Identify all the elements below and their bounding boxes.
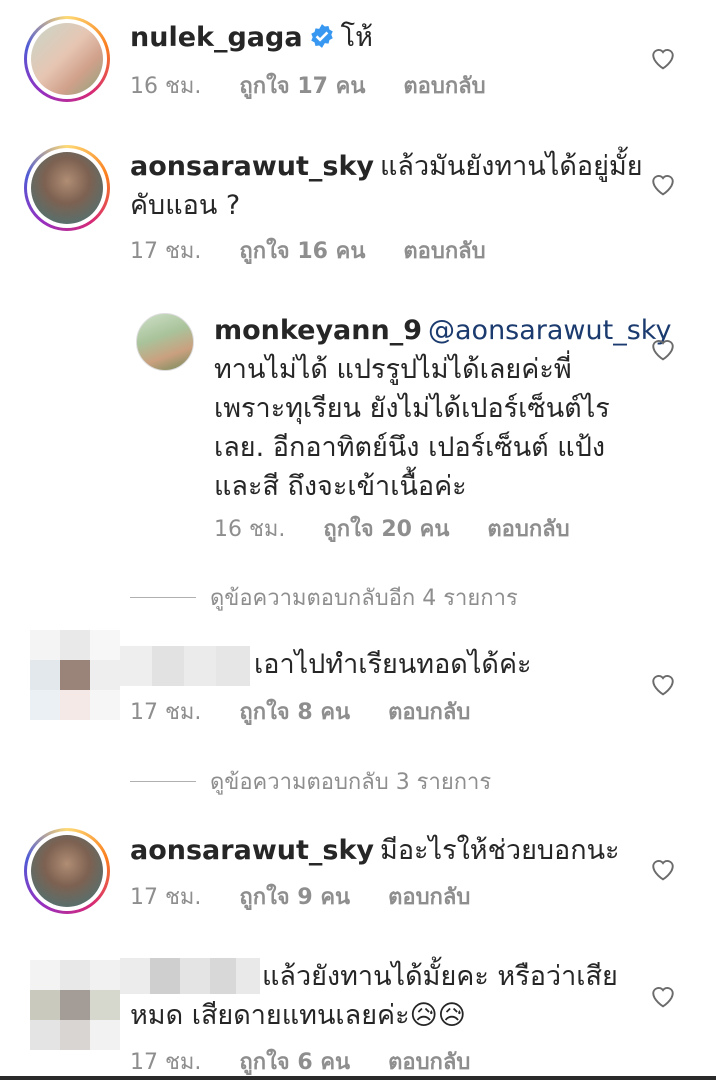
screen-edge-divider [0, 1076, 716, 1080]
comment-meta: 16 ชม. ถูกใจ 20 คน ตอบกลับ [214, 511, 570, 546]
comment-time: 17 ชม. [130, 1050, 202, 1075]
comment-time: 17 ชม. [130, 239, 202, 264]
comment-body: แล้วยังทานได้มั้ยคะ หรือว่าเสีย [262, 961, 618, 992]
like-heart-icon[interactable] [650, 172, 676, 196]
like-heart-icon[interactable] [650, 337, 676, 361]
comment-meta: 17 ชม. ถูกใจ 16 คน ตอบกลับ [130, 233, 486, 268]
reply-button[interactable]: ตอบกลับ [388, 879, 470, 914]
comment-text: monkeyann_9 @aonsarawut_sky [214, 310, 671, 352]
username[interactable]: aonsarawut_sky [130, 835, 374, 866]
comment-meta: 17 ชม. ถูกใจ 8 คน ตอบกลับ [130, 694, 470, 729]
avatar[interactable] [24, 145, 110, 231]
verified-badge-icon [310, 24, 333, 48]
comment-time: 17 ชม. [130, 700, 202, 725]
comment-body: โห้ [340, 22, 373, 53]
comment-text-cont: คับแอน ? [130, 190, 241, 221]
like-heart-icon[interactable] [650, 672, 676, 696]
divider [130, 597, 196, 598]
reply-button[interactable]: ตอบกลับ [487, 511, 569, 546]
avatar[interactable] [24, 16, 110, 102]
reply-button[interactable]: ตอบกลับ [388, 694, 470, 729]
comment-time: 17 ชม. [130, 885, 202, 910]
comment-text-cont: เลย. อีกอาทิตย์นึง เปอร์เซ็นต์ แป้ง [214, 432, 606, 463]
blurred-avatar [30, 960, 120, 1050]
comment-body: มีอะไรให้ช่วยบอกนะ [380, 835, 620, 866]
username[interactable]: monkeyann_9 [214, 315, 422, 346]
view-replies-button[interactable]: ดูข้อความตอบกลับอีก 4 รายการ [130, 580, 518, 615]
avatar[interactable] [24, 828, 110, 914]
username[interactable]: nulek_gaga [130, 22, 303, 53]
likes-count[interactable]: ถูกใจ 6 คน [239, 1044, 350, 1079]
view-replies-button[interactable]: ดูข้อความตอบกลับ 3 รายการ [130, 764, 491, 799]
likes-count[interactable]: ถูกใจ 8 คน [239, 694, 350, 729]
comment-time: 16 ชม. [130, 74, 202, 99]
like-heart-icon[interactable] [650, 857, 676, 881]
view-replies-label: ดูข้อความตอบกลับอีก 4 รายการ [210, 586, 518, 611]
username[interactable]: aonsarawut_sky [130, 151, 374, 182]
like-heart-icon[interactable] [650, 46, 676, 70]
divider [130, 781, 196, 782]
blurred-avatar [30, 630, 120, 720]
comment-body: เอาไปทำเรียนทอดได้ค่ะ [254, 649, 532, 680]
comment-text: aonsarawut_sky แล้วมันยังทานได้อยู่มั้ย [130, 146, 643, 188]
likes-count[interactable]: ถูกใจ 17 คน [239, 68, 365, 103]
reply-button[interactable]: ตอบกลับ [388, 1044, 470, 1079]
comment-text-cont: หมด เสียดายแทนเลยค่ะ😥😥 [130, 1000, 466, 1031]
reply-button[interactable]: ตอบกลับ [403, 233, 485, 268]
comment-body: แล้วมันยังทานได้อยู่มั้ย [380, 151, 643, 182]
like-heart-icon[interactable] [650, 984, 676, 1008]
comment-meta: 17 ชม. ถูกใจ 9 คน ตอบกลับ [130, 879, 470, 914]
mention-link[interactable]: @aonsarawut_sky [428, 315, 671, 346]
likes-count[interactable]: ถูกใจ 16 คน [239, 233, 365, 268]
avatar[interactable] [136, 313, 194, 371]
likes-count[interactable]: ถูกใจ 20 คน [323, 511, 449, 546]
view-replies-label: ดูข้อความตอบกลับ 3 รายการ [210, 770, 492, 795]
comment-text-cont: และสี ถึงจะเข้าเนื้อค่ะ [214, 471, 467, 502]
comment-text-cont: เพราะทุเรียน ยังไม่ได้เปอร์เซ็นต์ไร [214, 393, 610, 424]
reply-button[interactable]: ตอบกลับ [403, 68, 485, 103]
blurred-username [120, 958, 260, 994]
likes-count[interactable]: ถูกใจ 9 คน [239, 879, 350, 914]
comment-meta: 17 ชม. ถูกใจ 6 คน ตอบกลับ [130, 1044, 470, 1079]
blurred-username [120, 646, 250, 686]
comment-time: 16 ชม. [214, 517, 286, 542]
comment-text-cont: ทานไม่ได้ แปรรูปไม่ได้เลยค่ะพี่ [214, 354, 572, 385]
comment-text: aonsarawut_sky มีอะไรให้ช่วยบอกนะ [130, 830, 620, 872]
comment-text: nulek_gaga โห้ [130, 17, 373, 59]
comment-meta: 16 ชม. ถูกใจ 17 คน ตอบกลับ [130, 68, 486, 103]
